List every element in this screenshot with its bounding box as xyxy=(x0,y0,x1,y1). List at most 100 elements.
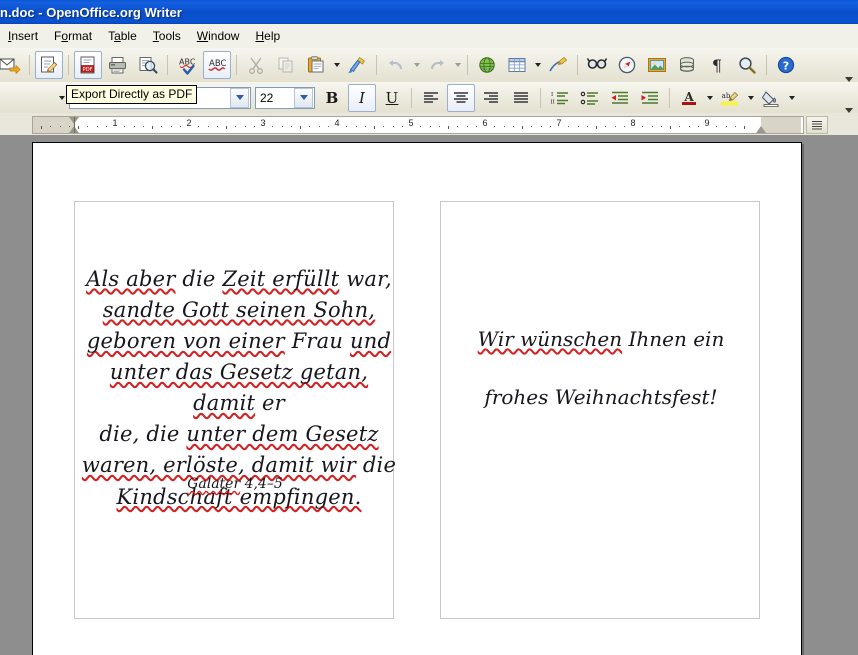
decrease-indent-icon[interactable] xyxy=(606,84,634,112)
misspelled-text: und xyxy=(350,329,392,354)
insert-table-icon[interactable] xyxy=(503,51,531,79)
misspelled-text: unter das Gesetz getan, damit xyxy=(109,360,369,416)
ruler-align-button[interactable] xyxy=(806,116,828,134)
ruler-tick xyxy=(540,126,542,127)
export-pdf-icon[interactable]: PDF xyxy=(74,51,102,79)
print-file-icon[interactable] xyxy=(104,51,132,79)
edit-file-icon[interactable] xyxy=(35,51,63,79)
ruler-tick xyxy=(420,126,422,127)
misspelled-text: Wir wünschen xyxy=(477,327,623,351)
page-preview-icon[interactable] xyxy=(134,51,162,79)
text-line: Galater 4,4–5 xyxy=(77,474,393,495)
ruler-number: 3 xyxy=(260,118,266,128)
ruler-tick xyxy=(50,126,52,127)
font-name-dropdown-arrow[interactable] xyxy=(230,87,249,108)
misspelled-text: Als aber xyxy=(86,267,176,291)
ruler-tick xyxy=(522,126,523,129)
ruler-tick xyxy=(179,126,181,127)
text-frame-left[interactable]: Als aber die Zeit erfüllt war, sandte Got… xyxy=(74,201,396,619)
show-draw-functions-icon[interactable] xyxy=(544,51,572,79)
ruler-tick xyxy=(651,126,653,127)
paste-dropdown-arrow[interactable] xyxy=(331,53,342,77)
table-dropdown-arrow[interactable] xyxy=(532,53,543,77)
data-sources-icon[interactable] xyxy=(673,51,701,79)
ruler-tick xyxy=(429,126,431,127)
zoom-icon[interactable] xyxy=(733,51,761,79)
menu-item-insert[interactable]: IInsertnsert xyxy=(0,27,46,45)
redo-icon xyxy=(423,51,451,79)
text-line: Wir wünschen Ihnen ein xyxy=(445,310,757,368)
ruler-tick xyxy=(614,126,616,127)
window-titlebar: n.doc - OpenOffice.org Writer xyxy=(0,0,858,24)
increase-indent-icon[interactable] xyxy=(636,84,664,112)
font-size-input[interactable]: 22 xyxy=(255,86,315,109)
clone-formatting-icon[interactable] xyxy=(343,51,371,79)
misspelled-text: geboren von einer xyxy=(86,329,285,354)
ruler-tick xyxy=(466,126,468,127)
background-color-icon[interactable] xyxy=(757,84,785,112)
menu-item-window[interactable]: Window xyxy=(189,27,248,45)
document-page[interactable]: Als aber die Zeit erfüllt war, sandte Got… xyxy=(32,142,802,655)
formatting-toolbar-overflow-button[interactable] xyxy=(842,82,856,117)
tooltip-export-pdf: Export Directly as PDF xyxy=(66,85,198,104)
ruler-tick xyxy=(198,126,200,127)
misspelled-text: Galater xyxy=(187,476,241,492)
ruler-tick xyxy=(364,126,366,127)
ruler-indent-marker[interactable] xyxy=(756,126,766,133)
bold-button[interactable]: B xyxy=(318,84,346,112)
align-center-icon[interactable] xyxy=(447,83,475,112)
navigator-icon[interactable] xyxy=(613,51,641,79)
undo-icon xyxy=(382,51,410,79)
ruler-tick xyxy=(87,126,89,127)
ruler-tick xyxy=(586,126,588,127)
ruler-tick xyxy=(401,126,403,127)
ruler-tick xyxy=(697,126,699,127)
menu-item-format[interactable]: Format xyxy=(46,27,100,45)
ruler-tick xyxy=(605,126,607,127)
redo-dropdown-arrow[interactable] xyxy=(452,53,463,77)
ruler-tick xyxy=(716,126,718,127)
text-frame-right[interactable]: Wir wünschen Ihnen ein frohes Weihnachtsf… xyxy=(440,201,760,619)
ruler-number: 2 xyxy=(186,118,192,128)
email-document-icon[interactable] xyxy=(0,51,24,79)
help-icon[interactable]: ? xyxy=(772,51,800,79)
ruler-tick xyxy=(392,126,394,127)
menu-item-tools[interactable]: Tools xyxy=(145,27,189,45)
spelling-icon[interactable]: ABC xyxy=(173,51,201,79)
highlighting-icon[interactable]: ab xyxy=(716,84,744,112)
hyperlink-icon[interactable] xyxy=(473,51,501,79)
menu-item-help[interactable]: Help xyxy=(247,27,288,45)
highlighting-dropdown-arrow[interactable] xyxy=(745,86,756,110)
font-color-icon[interactable]: A xyxy=(675,84,703,112)
ordered-list-icon[interactable]: I II xyxy=(546,84,574,112)
document-text: war, xyxy=(339,267,392,291)
gallery-icon[interactable] xyxy=(643,51,671,79)
document-text: die xyxy=(175,267,223,291)
align-right-icon[interactable] xyxy=(477,84,505,112)
standard-toolbar-overflow-button[interactable] xyxy=(842,48,856,86)
menu-item-table[interactable]: Table xyxy=(100,27,145,45)
undo-dropdown-arrow[interactable] xyxy=(411,53,422,77)
ruler-tick xyxy=(272,126,274,127)
ruler-number: 8 xyxy=(630,118,636,128)
horizontal-ruler[interactable]: 1 2 3 4 5 6 7 8 9 xyxy=(32,116,804,134)
font-color-dropdown-arrow[interactable] xyxy=(704,86,715,110)
svg-text:PDF: PDF xyxy=(82,67,92,73)
formatting-marks-icon[interactable]: ¶ xyxy=(703,51,731,79)
background-color-dropdown-arrow[interactable] xyxy=(786,86,797,110)
font-size-dropdown-arrow[interactable] xyxy=(294,87,313,108)
document-workspace[interactable]: Als aber die Zeit erfüllt war, sandte Got… xyxy=(0,135,858,655)
text-line: Als aber die Zeit erfüllt war, xyxy=(77,264,401,295)
paste-icon[interactable] xyxy=(302,51,330,79)
align-left-icon[interactable] xyxy=(417,84,445,112)
ruler-tick xyxy=(670,126,671,129)
ruler-tick xyxy=(281,126,283,127)
align-justified-icon[interactable] xyxy=(507,84,535,112)
italic-button[interactable]: I xyxy=(348,83,376,112)
autospellcheck-icon[interactable]: ABC xyxy=(203,51,231,79)
underline-button[interactable]: U xyxy=(378,84,406,112)
find-replace-icon[interactable] xyxy=(583,51,611,79)
unordered-list-icon[interactable] xyxy=(576,84,604,112)
ruler-tick xyxy=(725,126,727,127)
document-text: Ihnen ein xyxy=(622,327,725,351)
